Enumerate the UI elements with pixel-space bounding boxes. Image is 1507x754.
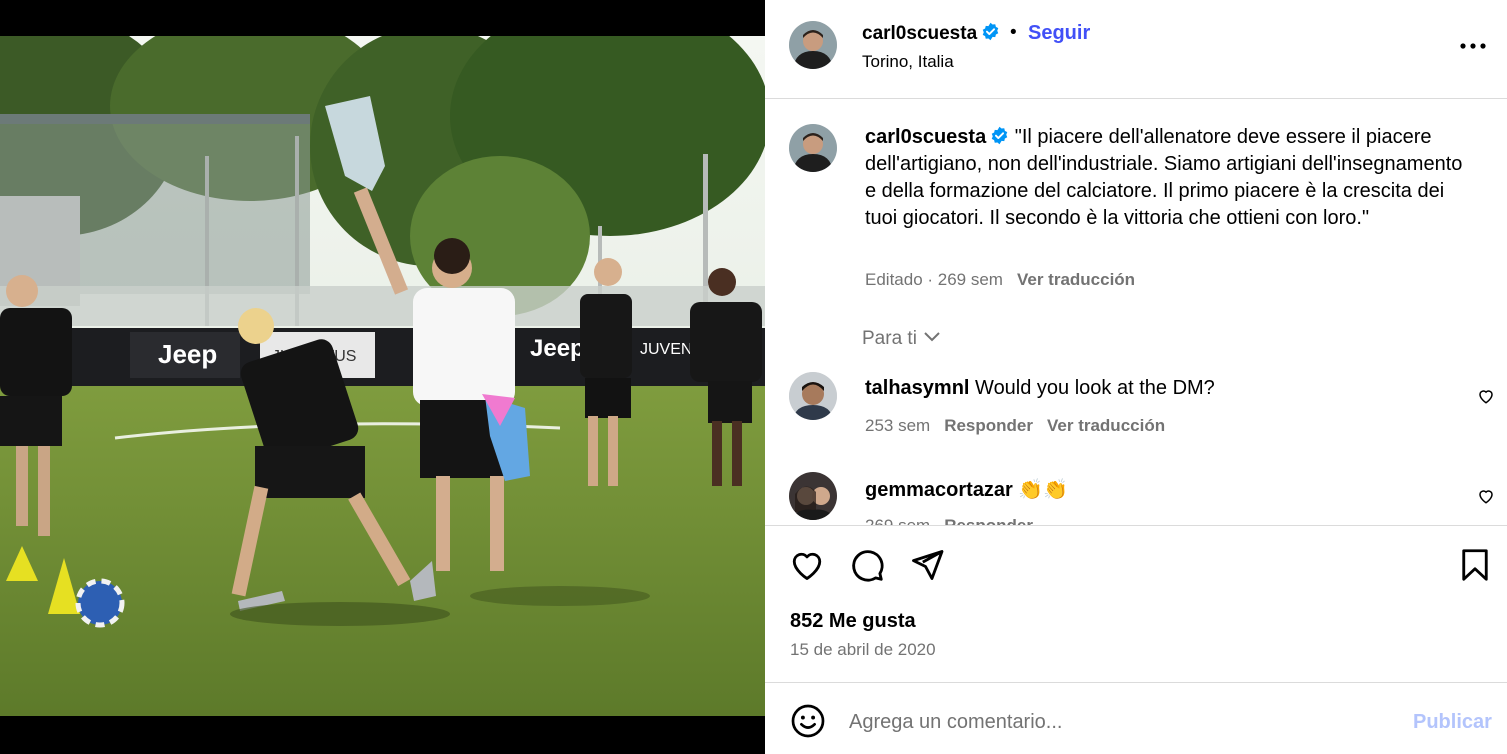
- comment-body: gemmacortazar 👏👏: [865, 477, 1068, 502]
- post-details-panel: carl0scuesta • Seguir Torino, Italia car…: [765, 0, 1507, 754]
- publish-button[interactable]: Publicar: [1413, 711, 1492, 734]
- comment-translate-link[interactable]: Ver traducción: [1047, 416, 1165, 435]
- comment-text: 👏👏: [1018, 479, 1069, 501]
- bookmark-icon[interactable]: [1457, 547, 1493, 583]
- comment-filter-dropdown[interactable]: Para ti: [862, 328, 941, 350]
- comment-composer: Publicar: [765, 682, 1507, 754]
- likes-count[interactable]: 852 Me gusta: [790, 610, 916, 633]
- follow-button[interactable]: Seguir: [1028, 22, 1090, 45]
- comment-time[interactable]: 269 sem: [865, 516, 930, 525]
- author-username-text[interactable]: carl0scuesta: [862, 23, 977, 44]
- caption-author-avatar[interactable]: [789, 124, 837, 172]
- reply-button[interactable]: Responder: [944, 516, 1033, 525]
- comment-filter-label: Para ti: [862, 328, 917, 349]
- commenter-avatar[interactable]: [789, 372, 837, 420]
- comment-time[interactable]: 253 sem: [865, 416, 930, 435]
- commenter-avatar[interactable]: [789, 472, 837, 520]
- separator-dot: •: [1010, 22, 1017, 43]
- more-options-icon[interactable]: [1459, 36, 1487, 56]
- author-avatar-image: [789, 21, 837, 69]
- post-photo[interactable]: Jeep JUVENTUS Jeep JUVEN: [0, 36, 765, 716]
- commenter-avatar-image: [789, 472, 837, 520]
- like-comment-heart-icon[interactable]: [1477, 387, 1495, 405]
- banner-jeep-2-text: Jeep: [530, 335, 585, 362]
- caption-author-avatar-image: [789, 124, 837, 172]
- comment-text: Would you look at the DM?: [975, 377, 1215, 399]
- verified-badge-icon: [982, 22, 999, 41]
- reply-button[interactable]: Responder: [944, 416, 1033, 435]
- chevron-down-icon: [924, 332, 940, 342]
- comment-username[interactable]: gemmacortazar: [865, 479, 1013, 501]
- comment-body: talhasymnl Would you look at the DM?: [865, 377, 1215, 400]
- like-comment-heart-icon[interactable]: [1477, 487, 1495, 505]
- comment-icon[interactable]: [849, 547, 885, 583]
- post-date[interactable]: 15 de abril de 2020: [790, 640, 936, 660]
- caption-meta: Editado · 269 sem Ver traducción: [865, 270, 1135, 290]
- caption-edited-time: Editado · 269 sem: [865, 270, 1003, 289]
- comment-meta: 269 sem Responder: [865, 516, 1033, 525]
- post-actions-bar: 852 Me gusta 15 de abril de 2020: [765, 525, 1507, 682]
- post-location[interactable]: Torino, Italia: [862, 52, 954, 72]
- caption-username[interactable]: carl0scuesta: [865, 126, 986, 148]
- comments-section[interactable]: carl0scuesta "Il piacere dell'allenatore…: [765, 100, 1507, 525]
- heart-icon[interactable]: [789, 547, 825, 583]
- comment-meta: 253 sem Responder Ver traducción: [865, 416, 1165, 436]
- post-header: carl0scuesta • Seguir Torino, Italia: [765, 0, 1507, 99]
- post-media: Jeep JUVENTUS Jeep JUVEN: [0, 0, 765, 754]
- verified-badge-icon: [991, 126, 1008, 145]
- send-icon[interactable]: [909, 547, 945, 583]
- caption-translate-link[interactable]: Ver traducción: [1017, 270, 1135, 289]
- banner-juventus-2-text: JUVEN: [640, 341, 692, 358]
- author-username[interactable]: carl0scuesta: [862, 22, 1000, 45]
- banner-jeep-1-text: Jeep: [158, 339, 217, 369]
- post-caption: carl0scuesta "Il piacere dell'allenatore…: [865, 124, 1475, 232]
- training-photo-image: Jeep JUVENTUS Jeep JUVEN: [0, 36, 765, 716]
- comment-input[interactable]: [849, 703, 1389, 741]
- commenter-avatar-image: [789, 372, 837, 420]
- comment-username[interactable]: talhasymnl: [865, 377, 969, 399]
- author-avatar[interactable]: [789, 21, 837, 69]
- emoji-icon[interactable]: [790, 703, 826, 739]
